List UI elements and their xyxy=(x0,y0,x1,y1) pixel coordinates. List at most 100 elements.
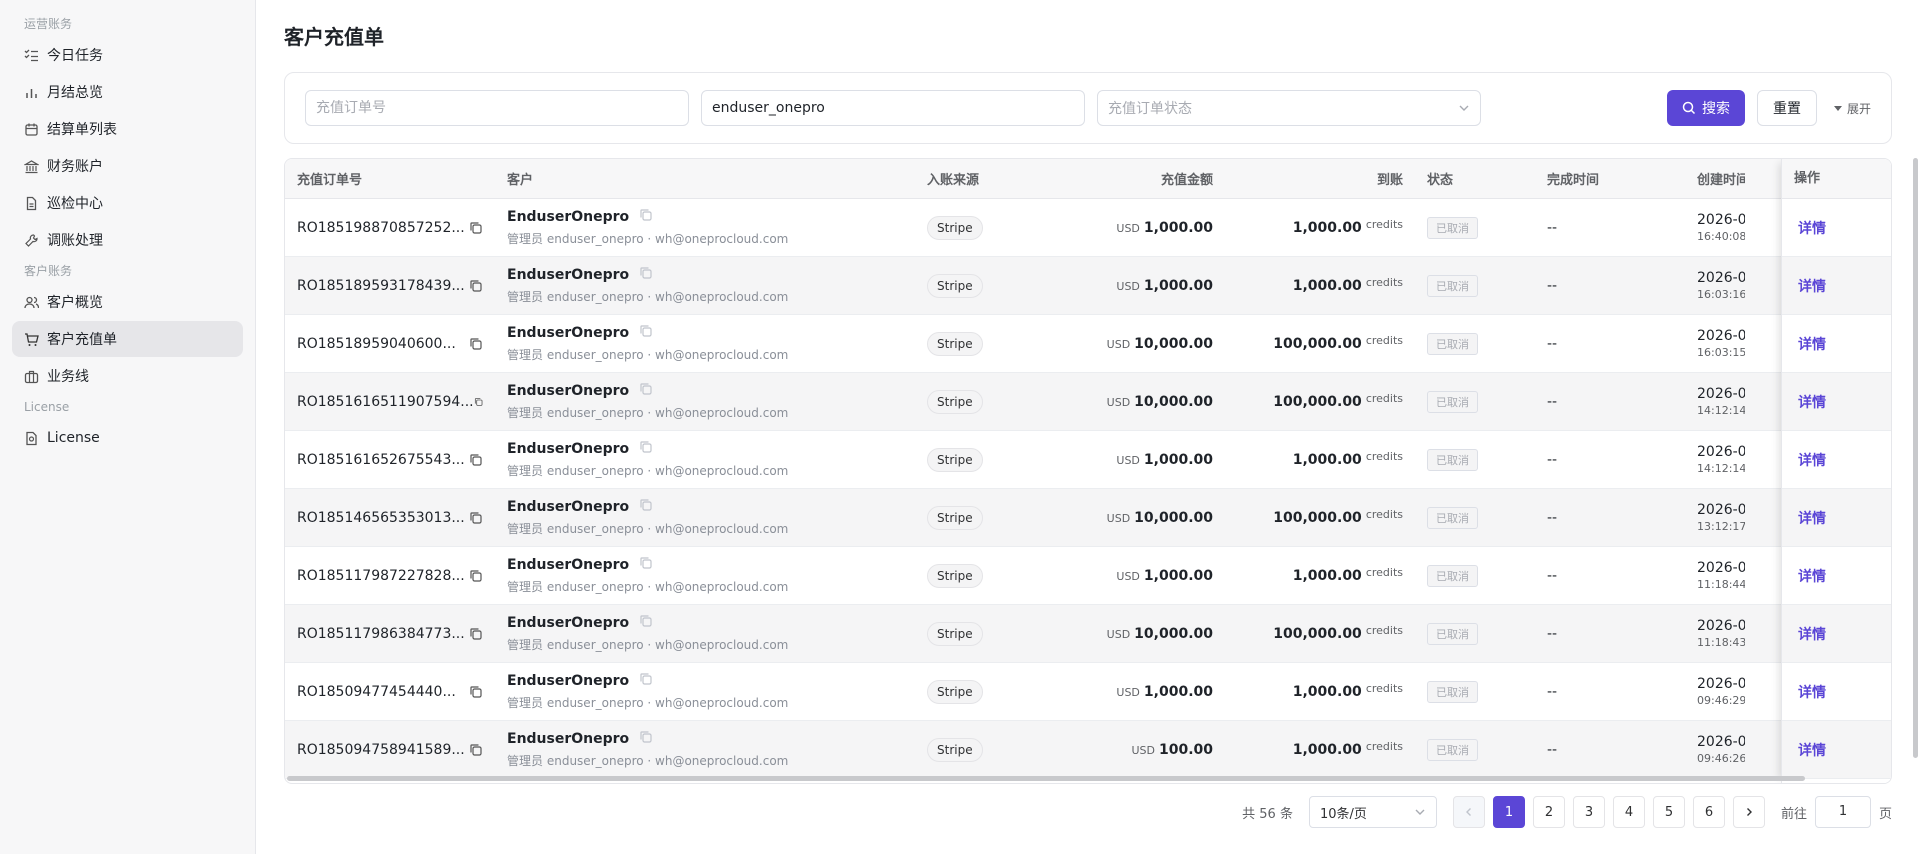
copy-icon[interactable] xyxy=(469,453,483,467)
table-row: RO185117987227828... EnduserOnepro 管理员 end… xyxy=(285,547,1891,605)
customer-field[interactable] xyxy=(712,100,1074,116)
detail-link[interactable]: 详情 xyxy=(1782,315,1891,373)
created-time: 16:03:15 xyxy=(1697,346,1745,359)
goto-page-input[interactable]: 1 xyxy=(1814,796,1871,828)
copy-name-icon[interactable] xyxy=(639,672,653,686)
customer-name: EnduserOnepro xyxy=(507,209,630,225)
customer-role: 管理员 xyxy=(507,232,544,246)
credits: 1,000.00 xyxy=(1292,683,1362,700)
detail-link[interactable]: 详情 xyxy=(1782,199,1891,257)
copy-icon[interactable] xyxy=(469,337,483,351)
credits-cell: 100,000.00 credits xyxy=(1225,510,1415,526)
horizontal-scrollbar[interactable] xyxy=(287,776,1805,781)
expand-toggle[interactable]: 展开 xyxy=(1833,100,1871,117)
order-id: RO185117987227828... xyxy=(297,567,465,584)
credits-cell: 1,000.00 credits xyxy=(1225,684,1415,700)
order-id-input[interactable] xyxy=(305,90,689,126)
credits-cell: 100,000.00 credits xyxy=(1225,336,1415,352)
page-button[interactable]: 6 xyxy=(1692,796,1725,828)
sidebar-item[interactable]: 客户充值单 xyxy=(12,321,243,357)
currency: USD xyxy=(1106,511,1131,525)
sidebar-item[interactable]: License xyxy=(12,420,243,456)
prev-page-button[interactable] xyxy=(1452,796,1485,828)
sidebar-item-label: 调账处理 xyxy=(47,233,103,249)
copy-name-icon[interactable] xyxy=(639,498,653,512)
order-id: RO185161652675543... xyxy=(297,451,465,468)
detail-link[interactable]: 详情 xyxy=(1782,373,1891,431)
header-customer: 客户 xyxy=(507,173,534,188)
page-button[interactable]: 1 xyxy=(1492,796,1525,828)
page-button[interactable]: 2 xyxy=(1532,796,1565,828)
customer-input[interactable] xyxy=(701,90,1085,126)
sidebar-item[interactable]: 今日任务 xyxy=(12,37,243,73)
copy-name-icon[interactable] xyxy=(639,730,653,744)
customer-name: EnduserOnepro xyxy=(507,499,630,515)
customer-cell: EnduserOnepro 管理员 enduser_onepro · wh@one… xyxy=(495,556,915,595)
amount: 10,000.00 xyxy=(1134,625,1213,642)
customer-cell: EnduserOnepro 管理员 enduser_onepro · wh@one… xyxy=(495,324,915,363)
amount: 1,000.00 xyxy=(1143,567,1213,584)
detail-link[interactable]: 详情 xyxy=(1782,547,1891,605)
copy-name-icon[interactable] xyxy=(639,614,653,628)
copy-name-icon[interactable] xyxy=(639,208,653,222)
search-button[interactable]: 搜索 xyxy=(1666,90,1745,126)
detail-link[interactable]: 详情 xyxy=(1782,489,1891,547)
sidebar-item[interactable]: 月结总览 xyxy=(12,74,243,110)
page-button[interactable]: 3 xyxy=(1572,796,1605,828)
page-button[interactable]: 4 xyxy=(1612,796,1645,828)
copy-icon[interactable] xyxy=(469,569,483,583)
created-cell: 2026-0 11:18:44 xyxy=(1685,560,1745,591)
copy-name-icon[interactable] xyxy=(639,556,653,570)
copy-icon[interactable] xyxy=(469,511,483,525)
detail-link[interactable]: 详情 xyxy=(1782,663,1891,721)
sidebar-item[interactable]: 巡检中心 xyxy=(12,185,243,221)
detail-link[interactable]: 详情 xyxy=(1782,257,1891,315)
amount-cell: USD 1,000.00 xyxy=(1055,278,1225,294)
chevron-left-icon xyxy=(1465,808,1471,816)
credits-unit: credits xyxy=(1365,451,1403,463)
page-size-value: 10条/页 xyxy=(1319,806,1367,822)
table-row: RO185198870857252... EnduserOnepro 管理员 end… xyxy=(285,199,1891,257)
copy-name-icon[interactable] xyxy=(639,266,653,280)
credits: 1,000.00 xyxy=(1292,451,1362,468)
customer-name: EnduserOnepro xyxy=(507,267,630,283)
expand-label: 展开 xyxy=(1846,101,1871,116)
source-tag: Stripe xyxy=(927,331,983,356)
copy-icon[interactable] xyxy=(469,743,483,757)
copy-name-icon[interactable] xyxy=(639,440,653,454)
copy-icon[interactable] xyxy=(469,221,483,235)
detail-link[interactable]: 详情 xyxy=(1782,431,1891,489)
sidebar-item[interactable]: 财务账户 xyxy=(12,148,243,184)
status-badge: 已取消 xyxy=(1427,506,1478,529)
customer-name: EnduserOnepro xyxy=(507,557,630,573)
detail-link[interactable]: 详情 xyxy=(1782,721,1891,779)
sidebar-item[interactable]: 调账处理 xyxy=(12,222,243,258)
sidebar-item[interactable]: 结算单列表 xyxy=(12,111,243,147)
chevron-down-icon xyxy=(1459,105,1469,111)
sidebar-item[interactable]: 业务线 xyxy=(12,358,243,394)
order-id-field[interactable] xyxy=(316,100,678,116)
table-row: RO185146565353013... EnduserOnepro 管理员 end… xyxy=(285,489,1891,547)
copy-name-icon[interactable] xyxy=(639,382,653,396)
status-select[interactable]: 充值订单状态 xyxy=(1097,90,1481,126)
copy-icon[interactable] xyxy=(469,685,483,699)
copy-name-icon[interactable] xyxy=(639,324,653,338)
page-button[interactable]: 5 xyxy=(1652,796,1685,828)
reset-button[interactable]: 重置 xyxy=(1756,90,1817,126)
copy-icon[interactable] xyxy=(469,279,483,293)
copy-icon[interactable] xyxy=(474,395,483,409)
credits: 100,000.00 xyxy=(1273,625,1362,642)
source-tag: Stripe xyxy=(927,621,983,646)
header-order-id: 充值订单号 xyxy=(297,173,363,188)
reset-button-label: 重置 xyxy=(1772,101,1801,117)
copy-icon[interactable] xyxy=(469,627,483,641)
sidebar-item-label: 月结总览 xyxy=(47,85,103,101)
sidebar-item[interactable]: 客户概览 xyxy=(12,284,243,320)
detail-link[interactable]: 详情 xyxy=(1782,605,1891,663)
status-badge: 已取消 xyxy=(1427,216,1478,239)
users-icon xyxy=(24,296,39,308)
next-page-button[interactable] xyxy=(1732,796,1765,828)
page-size-select[interactable]: 10条/页 xyxy=(1308,796,1437,828)
vertical-scrollbar[interactable] xyxy=(1913,158,1918,758)
status-badge: 已取消 xyxy=(1427,390,1478,413)
